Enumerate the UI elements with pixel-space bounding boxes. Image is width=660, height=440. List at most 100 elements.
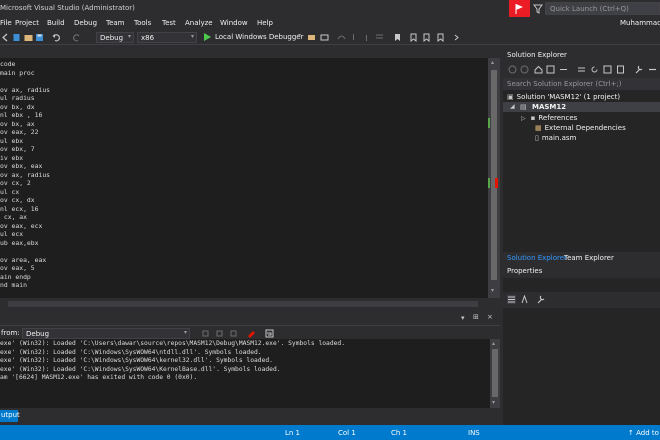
refresh-icon[interactable] xyxy=(590,65,599,74)
pending-changes-icon[interactable] xyxy=(559,65,568,74)
code-editor[interactable]: code main proc ov ax, radius ul radius ov bx… xyxy=(0,58,488,298)
code-line: ul ecx xyxy=(0,230,24,238)
output-text-area[interactable]: exe' (Win32): Loaded 'C:\Users\dawar\sou… xyxy=(0,339,490,408)
tree-item-main-asm[interactable]: ▯ main.asm xyxy=(535,134,576,143)
next-message-icon[interactable] xyxy=(229,329,238,338)
close-icon[interactable]: × xyxy=(487,313,493,321)
tree-item-solution[interactable]: ▣ Solution 'MASM12' (1 project) xyxy=(507,93,620,102)
word-wrap-icon[interactable] xyxy=(265,329,274,338)
tree-item-references[interactable]: ▷ ▪ References xyxy=(521,114,577,123)
scroll-down-icon[interactable]: ▾ xyxy=(491,288,497,294)
editor-scroll-thumb[interactable] xyxy=(491,70,497,280)
project-icon: ▤ xyxy=(520,103,527,111)
configuration-dropdown[interactable]: Debug ▾ xyxy=(96,32,134,43)
status-column: Col 1 xyxy=(338,429,356,437)
scroll-up-icon[interactable]: ▴ xyxy=(491,60,497,66)
notification-filter-icon[interactable] xyxy=(533,4,543,14)
redo-icon[interactable] xyxy=(72,33,81,42)
bookmark-icon[interactable] xyxy=(393,33,402,42)
user-name[interactable]: Muhammad xyxy=(620,19,660,27)
scroll-up-icon[interactable]: ▴ xyxy=(492,341,495,347)
clear-all-icon[interactable] xyxy=(247,329,256,338)
undo-icon[interactable] xyxy=(52,33,61,42)
tab-output[interactable]: utput xyxy=(0,410,20,422)
configuration-value: Debug xyxy=(100,34,124,42)
toolbar-overflow-icon[interactable] xyxy=(452,33,461,42)
alphabetical-icon[interactable] xyxy=(520,295,529,304)
tab-solution-explorer[interactable]: Solution Explorer xyxy=(504,253,570,264)
property-pages-icon[interactable] xyxy=(536,295,545,304)
platform-dropdown[interactable]: x86 ▾ xyxy=(137,32,197,43)
solution-label: Solution 'MASM12' (1 project) xyxy=(516,93,621,101)
sync-icon[interactable] xyxy=(577,65,586,74)
menu-team[interactable]: Team xyxy=(106,19,125,27)
home-icon[interactable] xyxy=(534,65,543,74)
output-scroll-thumb[interactable] xyxy=(492,349,498,397)
output-source-dropdown[interactable]: Debug ▾ xyxy=(22,328,190,339)
forward-icon[interactable] xyxy=(520,65,529,74)
chevron-down-icon: ▾ xyxy=(298,32,302,39)
categorized-icon[interactable] xyxy=(507,295,516,304)
next-bookmark-icon[interactable] xyxy=(422,33,431,42)
menu-tools[interactable]: Tools xyxy=(134,19,151,27)
solution-search-input[interactable]: Search Solution Explorer (Ctrl+;) xyxy=(503,78,660,90)
project-label: MASM12 xyxy=(532,103,567,111)
menu-window[interactable]: Window xyxy=(220,19,248,27)
feedback-flag-icon[interactable] xyxy=(509,0,530,17)
collapse-all-icon[interactable] xyxy=(603,65,612,74)
scroll-down-icon[interactable]: ▾ xyxy=(492,400,495,406)
status-char: Ch 1 xyxy=(391,429,408,437)
menu-test[interactable]: Test xyxy=(162,19,176,27)
menu-analyze[interactable]: Analyze xyxy=(185,19,213,27)
code-line: ov ebx, eax xyxy=(0,162,43,170)
attach-process-icon[interactable] xyxy=(307,33,316,42)
open-folder-icon[interactable] xyxy=(24,33,33,42)
properties-wrench-icon[interactable] xyxy=(634,65,643,74)
main-asm-label: main.asm xyxy=(541,134,577,142)
arrow-up-icon: ↑ xyxy=(628,429,634,437)
collapsed-arrow-icon[interactable]: ▷ xyxy=(521,115,526,122)
pin-icon[interactable]: ⊞ xyxy=(473,313,479,321)
change-marker xyxy=(488,118,490,128)
output-vertical-scrollbar[interactable]: ▴ ▾ xyxy=(490,339,500,408)
show-all-files-icon[interactable] xyxy=(616,65,625,74)
play-icon xyxy=(204,33,211,41)
tab-team-explorer[interactable]: Team Explorer xyxy=(561,253,617,264)
clear-bookmarks-icon[interactable] xyxy=(436,33,445,42)
status-insert-mode: INS xyxy=(468,429,480,437)
find-message-icon[interactable] xyxy=(201,329,210,338)
chevron-down-icon[interactable]: ▾ xyxy=(461,314,465,322)
step-out-icon[interactable] xyxy=(362,33,371,42)
status-bar: Ln 1 Col 1 Ch 1 INS ↑ Add to xyxy=(0,425,660,440)
comment-icon[interactable] xyxy=(375,33,384,42)
menu-project[interactable]: Project xyxy=(15,19,39,27)
prev-bookmark-icon[interactable] xyxy=(409,33,418,42)
step-over-icon[interactable] xyxy=(337,33,346,42)
output-panel-header: ▾ ⊞ × xyxy=(0,312,500,324)
editor-horizontal-scrollbar[interactable] xyxy=(0,298,500,310)
back-icon[interactable] xyxy=(508,65,517,74)
editor-vertical-scrollbar[interactable]: ▴ ▾ xyxy=(488,58,500,298)
step-into-icon[interactable] xyxy=(349,33,358,42)
menu-file[interactable]: File xyxy=(0,19,12,27)
preview-icon[interactable] xyxy=(648,65,657,74)
prev-message-icon[interactable] xyxy=(215,329,224,338)
add-to-source-control[interactable]: ↑ Add to xyxy=(628,429,659,437)
save-icon[interactable] xyxy=(35,33,44,42)
menu-debug[interactable]: Debug xyxy=(74,19,97,27)
quick-launch-placeholder: Quick Launch (Ctrl+Q) xyxy=(550,5,629,13)
tree-item-project[interactable]: ◢ ▤ MASM12 xyxy=(503,102,660,112)
menu-build[interactable]: Build xyxy=(47,19,65,27)
quick-launch-input[interactable]: Quick Launch (Ctrl+Q) xyxy=(545,2,660,15)
switch-views-icon[interactable] xyxy=(546,65,555,74)
properties-toolbar xyxy=(503,292,660,308)
horizontal-scroll-thumb[interactable] xyxy=(8,301,478,307)
browser-link-icon[interactable] xyxy=(320,33,329,42)
status-line: Ln 1 xyxy=(285,429,301,437)
tree-item-external-dependencies[interactable]: ▦ External Dependencies xyxy=(535,124,626,133)
code-line: ov bx, dx xyxy=(0,102,35,111)
back-arrow-icon[interactable] xyxy=(1,33,10,42)
menu-help[interactable]: Help xyxy=(257,19,273,27)
expand-arrow-icon[interactable]: ◢ xyxy=(510,103,515,110)
new-file-icon[interactable] xyxy=(12,33,21,42)
